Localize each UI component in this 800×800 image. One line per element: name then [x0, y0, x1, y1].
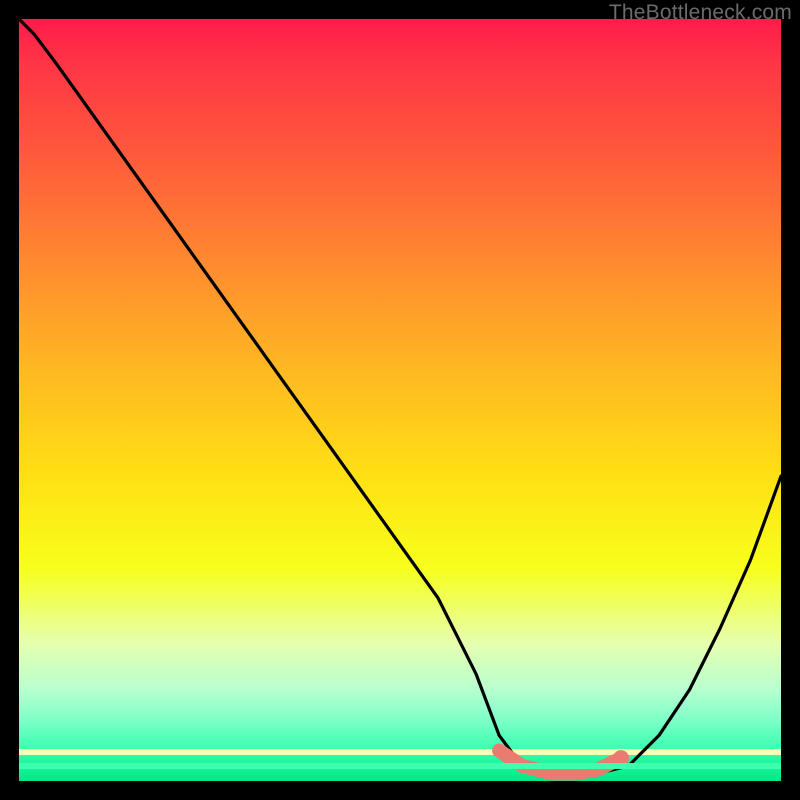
bottleneck-curve — [19, 19, 781, 777]
watermark-text: TheBottleneck.com — [609, 1, 792, 25]
optimal-zone-endpoint — [613, 750, 629, 766]
curve-layer — [19, 19, 781, 781]
optimal-zone-highlight — [499, 751, 621, 774]
plot-area — [19, 19, 781, 781]
chart-frame: TheBottleneck.com — [0, 0, 800, 800]
